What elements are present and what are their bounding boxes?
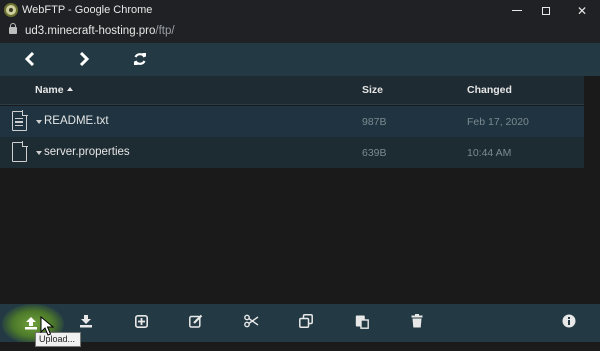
delete-button[interactable] (409, 313, 425, 329)
mouse-cursor-icon (40, 316, 54, 336)
info-icon (562, 314, 576, 328)
url-path: /ftp/ (155, 25, 175, 37)
caret-down-icon[interactable] (36, 120, 42, 124)
column-size-header[interactable]: Size (362, 84, 383, 96)
file-name[interactable]: server.properties (44, 146, 130, 158)
cut-button[interactable] (243, 313, 259, 329)
column-changed-header[interactable]: Changed (467, 84, 512, 96)
download-icon (80, 315, 92, 328)
file-size: 639B (362, 147, 387, 159)
download-button[interactable] (78, 313, 94, 329)
window-bottom-edge (0, 342, 600, 351)
maximize-button[interactable] (526, 0, 566, 21)
copy-icon (299, 314, 313, 328)
new-folder-button[interactable] (133, 313, 149, 329)
window-title: WebFTP - Google Chrome (22, 4, 153, 16)
upload-button[interactable] (23, 315, 39, 331)
new-folder-icon (134, 314, 148, 328)
upload-icon (25, 317, 37, 330)
text-file-icon (12, 110, 28, 131)
table-row[interactable]: README.txt 987B Feb 17, 2020 (0, 106, 584, 137)
column-name-label: Name (35, 84, 64, 96)
address-bar[interactable]: ud3.minecraft-hosting.pro/ftp/ (0, 21, 600, 43)
nav-toolbar (0, 43, 600, 76)
forward-button[interactable] (76, 51, 92, 67)
chevron-right-icon (79, 52, 90, 66)
paste-icon (355, 315, 369, 329)
file-changed: Feb 17, 2020 (467, 116, 529, 128)
close-button[interactable]: ✕ (562, 0, 600, 21)
paste-button[interactable] (354, 313, 370, 329)
info-button[interactable] (561, 313, 577, 329)
scrollbar[interactable] (584, 76, 600, 304)
file-name[interactable]: README.txt (44, 115, 109, 127)
app-icon (4, 3, 18, 17)
file-changed: 10:44 AM (467, 147, 512, 159)
file-size: 987B (362, 116, 387, 128)
back-button[interactable] (22, 51, 38, 67)
edit-button[interactable] (188, 313, 204, 329)
refresh-button[interactable] (132, 51, 148, 67)
browser-title-bar: WebFTP - Google Chrome ✕ (0, 0, 600, 21)
lock-icon (9, 23, 17, 34)
edit-icon (189, 314, 203, 328)
file-list: Name Size Changed README.txt 987B Feb 17… (0, 76, 584, 304)
table-row[interactable]: server.properties 639B 10:44 AM (0, 137, 584, 168)
chevron-left-icon (24, 52, 35, 66)
cut-icon (243, 314, 258, 328)
copy-button[interactable] (298, 313, 314, 329)
delete-icon (411, 314, 423, 328)
refresh-icon (134, 53, 146, 65)
url-host: ud3.minecraft-hosting.pro (25, 25, 156, 37)
table-header: Name Size Changed (0, 76, 584, 105)
column-name-header[interactable]: Name (35, 84, 73, 96)
url-text[interactable]: ud3.minecraft-hosting.pro/ftp/ (25, 25, 175, 37)
caret-down-icon[interactable] (36, 151, 42, 155)
file-icon (12, 141, 28, 162)
sort-up-icon (66, 87, 73, 91)
